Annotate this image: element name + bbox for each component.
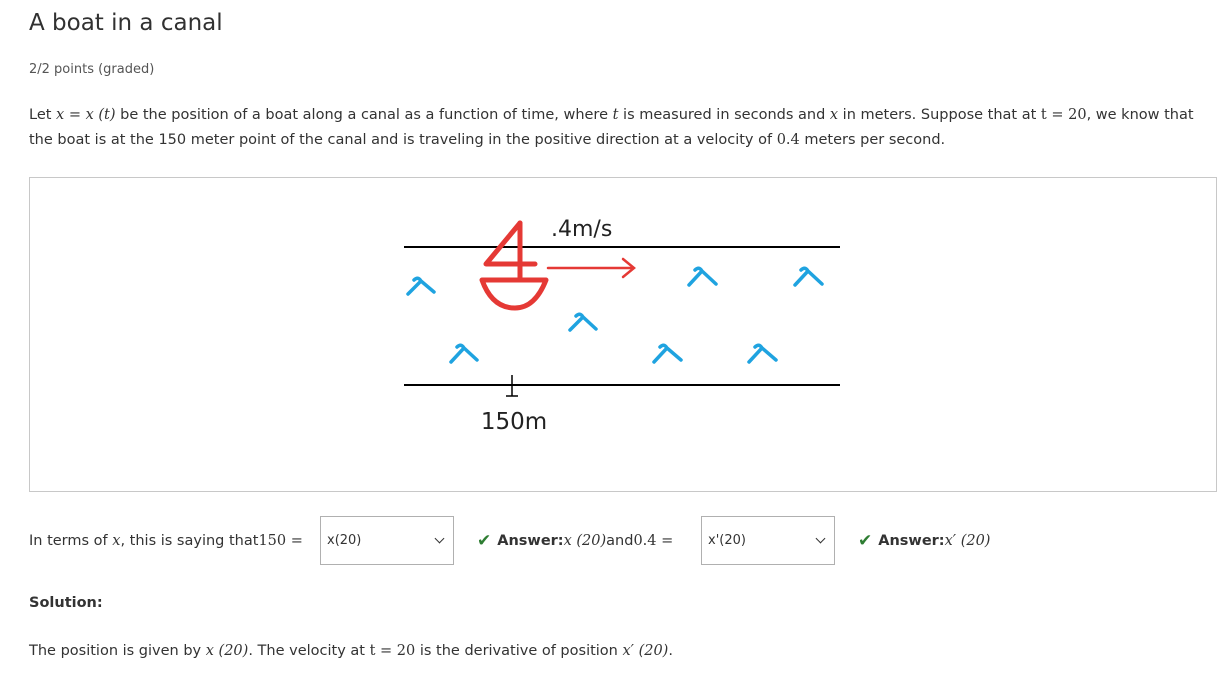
wave-icon [449, 343, 479, 364]
wave-icon [406, 276, 436, 296]
solution-part: . [668, 643, 673, 659]
page-title: A boat in a canal [29, 10, 223, 36]
position-select[interactable]: x(20) [320, 516, 454, 565]
math-expression: t = 20 [369, 643, 416, 659]
position-label: 150m [481, 409, 547, 435]
wave-icon [793, 266, 824, 287]
question-text: In terms of [29, 533, 108, 549]
answer-math: x (20) [563, 533, 607, 549]
chevron-down-icon [434, 533, 445, 544]
velocity-select[interactable]: x'(20) [701, 516, 835, 565]
question-prompt: In terms of x, this is saying that 150 = [29, 516, 303, 566]
wave-icon [652, 343, 683, 364]
velocity-label: .4m/s [551, 217, 612, 242]
velocity-select-value: x'(20) [708, 533, 746, 548]
problem-text: is measured in seconds and [618, 107, 830, 123]
answer-label: Answer: [878, 533, 945, 549]
math-expression: x = x (t) [56, 107, 116, 123]
problem-text: meters per second. [799, 132, 946, 148]
problem-text: in meters. Suppose that at [838, 107, 1041, 123]
position-select-value: x(20) [327, 533, 362, 548]
question-text: and [606, 533, 634, 549]
problem-text: be the position of a boat along a canal … [115, 107, 613, 123]
solution-heading: Solution: [29, 595, 103, 611]
wave-icon [687, 266, 718, 287]
answer-feedback-1: ✔ Answer: x (20) and 0.4 = [477, 516, 673, 566]
math-expression: 0.4 = [633, 533, 674, 549]
answer-math: x′ (20) [944, 533, 991, 549]
boat-icon [479, 220, 549, 311]
wave-icon [747, 343, 778, 364]
canal-figure: 150m .4m/s [29, 177, 1217, 492]
solution-part: . The velocity at [248, 643, 370, 659]
math-expression: x (20) [205, 643, 249, 659]
solution-text: The position is given by x (20). The vel… [29, 643, 673, 659]
wave-icon [568, 312, 598, 332]
velocity-arrow [546, 257, 636, 279]
canal-diagram: 150m .4m/s [404, 217, 840, 435]
math-expression: x [112, 533, 121, 549]
solution-part: is the derivative of position [415, 643, 623, 659]
answer-feedback-2: ✔ Answer: x′ (20) [858, 516, 990, 566]
answer-label: Answer: [497, 533, 564, 549]
math-expression: 0.4 [776, 132, 800, 148]
chevron-down-icon [815, 533, 826, 544]
points-status: 2/2 points (graded) [29, 62, 155, 77]
math-expression: t = 20 [1040, 107, 1087, 123]
solution-part: The position is given by [29, 643, 206, 659]
problem-text: Let [29, 107, 57, 123]
question-text: , this is saying that [120, 533, 259, 549]
math-expression: x [829, 107, 839, 123]
checkmark-icon: ✔ [858, 531, 873, 551]
checkmark-icon: ✔ [477, 531, 492, 551]
math-expression: x′ (20) [622, 643, 669, 659]
problem-statement: Let x = x (t) be the position of a boat … [29, 103, 1214, 153]
math-expression: 150 = [258, 533, 303, 549]
